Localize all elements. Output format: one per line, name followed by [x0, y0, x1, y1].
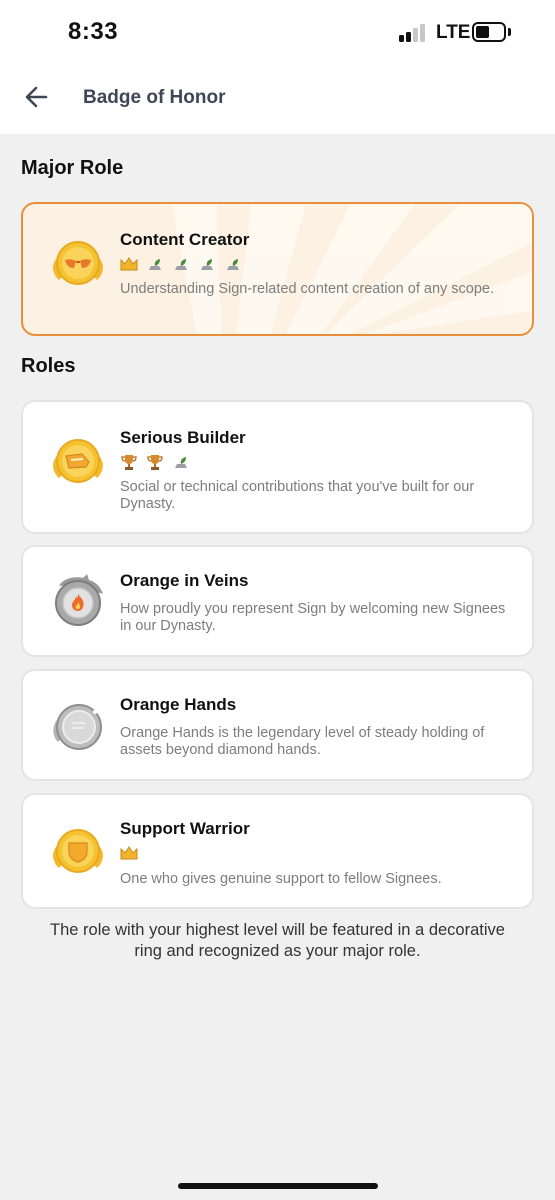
role-name: Serious Builder	[120, 428, 246, 447]
role-name: Orange in Veins	[120, 571, 249, 590]
home-indicator[interactable]	[178, 1183, 378, 1189]
crown-icon	[120, 846, 138, 860]
silver-coin-badge-icon	[53, 704, 102, 750]
arrow-left-icon	[25, 86, 48, 108]
page-title: Badge of Honor	[83, 87, 226, 108]
role-name: Support Warrior	[120, 819, 250, 838]
role-description: Understanding Sign-related content creat…	[120, 281, 495, 297]
sprout-icon	[175, 457, 187, 468]
crown-icon	[120, 257, 138, 271]
signal-icon	[399, 24, 429, 42]
role-card-serious-builder[interactable]: Serious Builder Social or technical cont…	[21, 400, 534, 534]
sprout-icon	[175, 259, 187, 270]
role-name: Orange Hands	[120, 695, 237, 714]
role-card-orange-in-veins[interactable]: Orange in Veins How proudly you represen…	[21, 545, 534, 657]
sprout-icon	[227, 259, 239, 270]
level-icons	[120, 253, 242, 273]
sprout-icon	[149, 259, 161, 270]
footer-note: The role with your highest level will be…	[50, 921, 505, 960]
role-card-orange-hands[interactable]: Orange Hands Orange Hands is the legenda…	[21, 669, 534, 781]
trophy-icon	[147, 455, 163, 470]
roles-heading: Roles	[21, 355, 76, 377]
major-role-heading: Major Role	[21, 157, 124, 179]
sunglasses-badge-icon	[53, 241, 103, 285]
role-name: Content Creator	[120, 230, 250, 249]
dragon-flame-badge-icon	[55, 574, 103, 626]
role-description: Orange Hands is the legendary level of s…	[120, 725, 485, 758]
major-role-card[interactable]: Content Creator Understanding Sign-relat…	[21, 202, 534, 336]
trophy-icon	[121, 455, 137, 470]
battery-tip	[508, 28, 511, 36]
builder-badge-icon	[53, 439, 103, 483]
sprout-icon	[201, 259, 213, 270]
role-description: Social or technical contributions that y…	[120, 479, 475, 512]
level-icons	[120, 842, 138, 862]
level-icons	[120, 451, 190, 471]
role-description: One who gives genuine support to fellow …	[120, 871, 442, 887]
back-button[interactable]	[22, 82, 52, 112]
network-label: LTE	[436, 22, 471, 43]
role-card-support-warrior[interactable]: Support Warrior One who gives genuine su…	[21, 793, 534, 909]
shield-badge-icon	[53, 829, 103, 873]
battery-icon	[472, 22, 506, 42]
role-description: How proudly you represent Sign by welcom…	[120, 601, 506, 634]
status-time: 8:33	[68, 18, 119, 45]
